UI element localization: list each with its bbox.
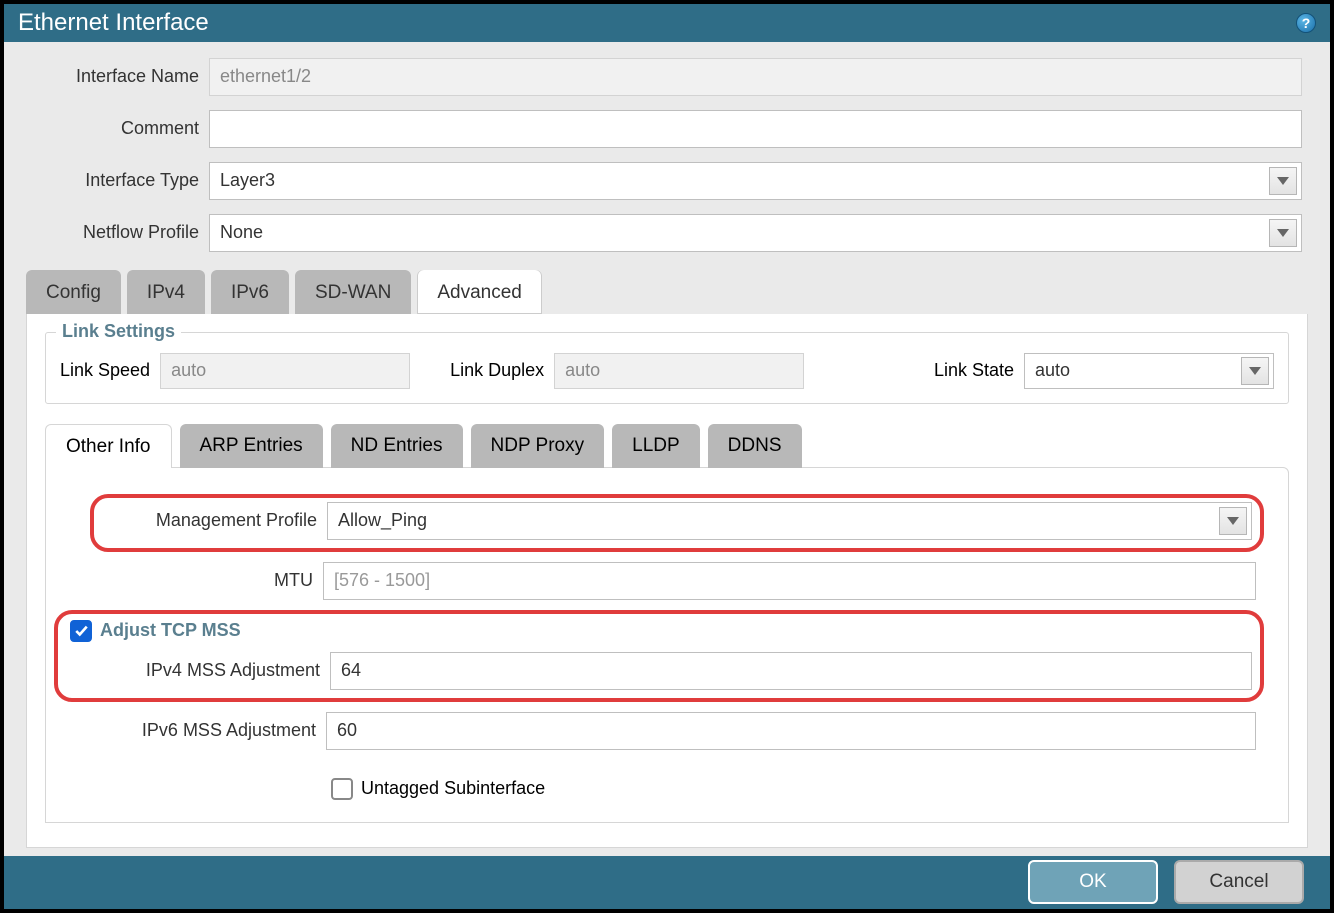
chevron-down-icon[interactable] <box>1219 507 1247 535</box>
subtab-nd-entries[interactable]: ND Entries <box>331 424 463 468</box>
highlight-adjust-tcp-mss: Adjust TCP MSS IPv4 MSS Adjustment 64 <box>54 610 1264 702</box>
interface-type-label: Interface Type <box>4 170 209 191</box>
help-icon[interactable]: ? <box>1296 13 1316 33</box>
mgmt-profile-label: Management Profile <box>102 510 327 531</box>
interface-type-select[interactable]: Layer3 <box>209 162 1302 200</box>
titlebar: Ethernet Interface ? <box>4 4 1330 42</box>
link-duplex-value: auto <box>565 360 600 381</box>
subtab-arp-entries[interactable]: ARP Entries <box>180 424 323 468</box>
link-state-label: Link State <box>934 360 1014 381</box>
subtab-lldp[interactable]: LLDP <box>612 424 700 468</box>
chevron-down-icon[interactable] <box>1241 357 1269 385</box>
tab-config[interactable]: Config <box>26 270 121 314</box>
link-speed-select[interactable]: auto <box>160 353 410 389</box>
interface-type-value: Layer3 <box>220 170 275 191</box>
mtu-field[interactable]: [576 - 1500] <box>323 562 1256 600</box>
highlight-management-profile: Management Profile Allow_Ping <box>90 494 1264 552</box>
ipv4-mss-value: 64 <box>341 660 361 681</box>
link-settings-legend: Link Settings <box>56 321 181 342</box>
untagged-subinterface-label: Untagged Subinterface <box>361 778 545 799</box>
ipv6-mss-value: 60 <box>337 720 357 741</box>
adjust-tcp-mss-checkbox[interactable] <box>70 620 92 642</box>
tab-sdwan[interactable]: SD-WAN <box>295 270 411 314</box>
advanced-pane: Link Settings Link Speed auto Link Duple… <box>26 314 1308 848</box>
netflow-profile-value: None <box>220 222 263 243</box>
link-speed-value: auto <box>171 360 206 381</box>
tab-ipv6[interactable]: IPv6 <box>211 270 289 314</box>
ipv4-mss-label: IPv4 MSS Adjustment <box>102 660 330 681</box>
interface-name-value: ethernet1/2 <box>220 66 311 87</box>
top-form: Interface Name ethernet1/2 Comment Inter… <box>4 42 1330 270</box>
link-state-select[interactable]: auto <box>1024 353 1274 389</box>
interface-name-field: ethernet1/2 <box>209 58 1302 96</box>
sub-tabs: Other Info ARP Entries ND Entries NDP Pr… <box>45 424 1289 468</box>
cancel-button[interactable]: Cancel <box>1174 860 1304 904</box>
dialog-footer: OK Cancel <box>4 856 1330 909</box>
link-settings-fieldset: Link Settings Link Speed auto Link Duple… <box>45 332 1289 404</box>
chevron-down-icon[interactable] <box>1269 219 1297 247</box>
untagged-subinterface-checkbox[interactable] <box>331 778 353 800</box>
link-speed-label: Link Speed <box>60 360 150 381</box>
main-tabs: Config IPv4 IPv6 SD-WAN Advanced <box>4 270 1330 314</box>
ok-button[interactable]: OK <box>1028 860 1158 904</box>
other-info-pane: Management Profile Allow_Ping MTU [576 -… <box>45 467 1289 823</box>
ok-button-label: OK <box>1079 871 1106 893</box>
mgmt-profile-value: Allow_Ping <box>338 510 427 531</box>
dialog-content: Interface Name ethernet1/2 Comment Inter… <box>4 42 1330 856</box>
ipv6-mss-field[interactable]: 60 <box>326 712 1256 750</box>
untagged-subinterface-row: Untagged Subinterface <box>46 778 1272 800</box>
dialog-title: Ethernet Interface <box>18 9 209 37</box>
ipv6-mss-label: IPv6 MSS Adjustment <box>98 720 326 741</box>
ipv4-mss-field[interactable]: 64 <box>330 652 1252 690</box>
subtab-ndp-proxy[interactable]: NDP Proxy <box>471 424 605 468</box>
chevron-down-icon[interactable] <box>1269 167 1297 195</box>
netflow-profile-label: Netflow Profile <box>4 222 209 243</box>
subtab-other-info[interactable]: Other Info <box>45 424 172 468</box>
tab-ipv4[interactable]: IPv4 <box>127 270 205 314</box>
mgmt-profile-select[interactable]: Allow_Ping <box>327 502 1252 540</box>
link-duplex-label: Link Duplex <box>450 360 544 381</box>
cancel-button-label: Cancel <box>1209 871 1268 893</box>
link-duplex-select[interactable]: auto <box>554 353 804 389</box>
adjust-tcp-mss-header: Adjust TCP MSS <box>70 620 1252 642</box>
comment-field[interactable] <box>209 110 1302 148</box>
link-state-value: auto <box>1035 360 1070 381</box>
interface-name-label: Interface Name <box>4 66 209 87</box>
mtu-label: MTU <box>98 570 323 591</box>
tab-advanced[interactable]: Advanced <box>417 270 542 314</box>
comment-label: Comment <box>4 118 209 139</box>
subtab-ddns[interactable]: DDNS <box>708 424 802 468</box>
mtu-placeholder: [576 - 1500] <box>334 570 430 591</box>
netflow-profile-select[interactable]: None <box>209 214 1302 252</box>
adjust-tcp-mss-label: Adjust TCP MSS <box>100 620 241 641</box>
